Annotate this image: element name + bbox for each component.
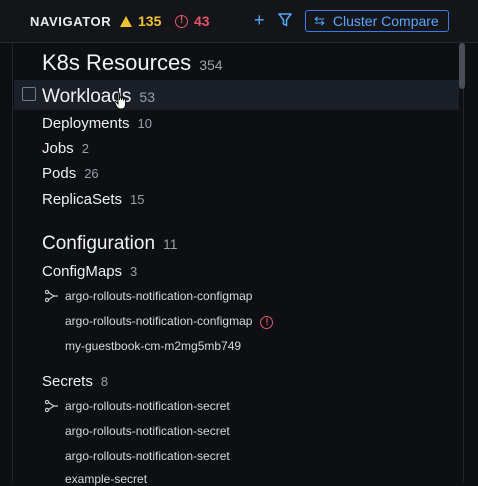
scrollbar-thumb[interactable] xyxy=(459,43,465,89)
cluster-compare-button[interactable]: ⇆ Cluster Compare xyxy=(305,10,449,32)
configmap-item[interactable]: my-guestbook-cm-m2mg5mb749 xyxy=(65,339,241,353)
secret-item[interactable]: example-secret xyxy=(65,472,147,486)
error-icon: ! xyxy=(175,14,188,28)
kind-label: Jobs xyxy=(42,140,74,157)
resource-name: my-guestbook-cm-m2mg5mb749 xyxy=(65,339,242,353)
branch-icon xyxy=(45,290,58,302)
warnings-indicator[interactable]: 135 xyxy=(120,13,161,29)
section-k8s-resources[interactable]: K8s Resources 354 xyxy=(42,50,223,76)
kind-label: ReplicaSets xyxy=(42,191,123,208)
error-count: 43 xyxy=(194,13,210,29)
secret-item[interactable]: argo-rollouts-notification-secret xyxy=(65,399,230,413)
kind-label: Pods xyxy=(42,165,77,182)
kind-jobs[interactable]: Jobs 2 xyxy=(42,140,89,157)
kind-count: 3 xyxy=(130,264,138,279)
group-count: 53 xyxy=(139,89,155,105)
secret-item[interactable]: argo-rollouts-notification-secret xyxy=(65,449,230,463)
kind-deployments[interactable]: Deployments 10 xyxy=(42,115,152,132)
kind-pods[interactable]: Pods 26 xyxy=(42,165,99,182)
kind-label: ConfigMaps xyxy=(42,263,123,280)
resource-name: argo-rollouts-notification-secret xyxy=(65,424,230,438)
resource-name: argo-rollouts-notification-secret xyxy=(65,399,230,413)
cluster-compare-label: Cluster Compare xyxy=(332,13,439,29)
error-icon[interactable]: ! xyxy=(260,316,274,329)
warning-count: 135 xyxy=(138,13,162,29)
resource-name: argo-rollouts-notification-configmap xyxy=(65,289,253,303)
kind-count: 8 xyxy=(100,374,109,389)
group-workloads[interactable]: Workloads 53 xyxy=(42,86,155,108)
branch-icon xyxy=(45,400,58,412)
add-icon[interactable]: + xyxy=(254,11,265,29)
pane-divider xyxy=(12,43,13,482)
kind-label: Deployments xyxy=(42,115,130,132)
pane-divider xyxy=(463,43,464,482)
kind-configmaps[interactable]: ConfigMaps 3 xyxy=(42,263,137,280)
navigator-header: NAVIGATOR 135 ! 43 + ⇆ Cluster Compare xyxy=(0,0,478,43)
warning-icon xyxy=(120,15,132,27)
kind-count: 15 xyxy=(130,192,145,207)
section-count: 11 xyxy=(163,236,178,252)
errors-indicator[interactable]: ! 43 xyxy=(175,13,210,29)
resource-name: argo-rollouts-notification-secret xyxy=(65,449,230,463)
kind-count: 26 xyxy=(84,166,99,181)
secret-item[interactable]: argo-rollouts-notification-secret xyxy=(65,424,230,438)
section-configuration[interactable]: Configuration 11 xyxy=(42,233,178,255)
kind-secrets[interactable]: Secrets 8 xyxy=(42,373,108,390)
hand-cursor-icon xyxy=(114,92,126,110)
workloads-checkbox[interactable] xyxy=(22,87,36,101)
filter-icon[interactable] xyxy=(278,13,292,27)
resource-name: example-secret xyxy=(65,472,148,486)
section-label: K8s Resources xyxy=(42,50,192,75)
kind-label: Secrets xyxy=(42,373,93,390)
kind-count: 10 xyxy=(137,116,153,131)
pane-title: NAVIGATOR xyxy=(30,14,112,29)
swap-icon: ⇆ xyxy=(314,13,325,28)
resource-name: argo-rollouts-notification-configmap xyxy=(65,314,253,328)
configmap-item[interactable]: argo-rollouts-notification-configmap xyxy=(65,289,252,303)
configmap-item[interactable]: argo-rollouts-notification-configmap ! xyxy=(65,314,274,329)
section-count: 354 xyxy=(199,57,223,73)
section-label: Configuration xyxy=(42,233,156,254)
kind-replicasets[interactable]: ReplicaSets 15 xyxy=(42,191,145,208)
kind-count: 2 xyxy=(81,141,89,156)
